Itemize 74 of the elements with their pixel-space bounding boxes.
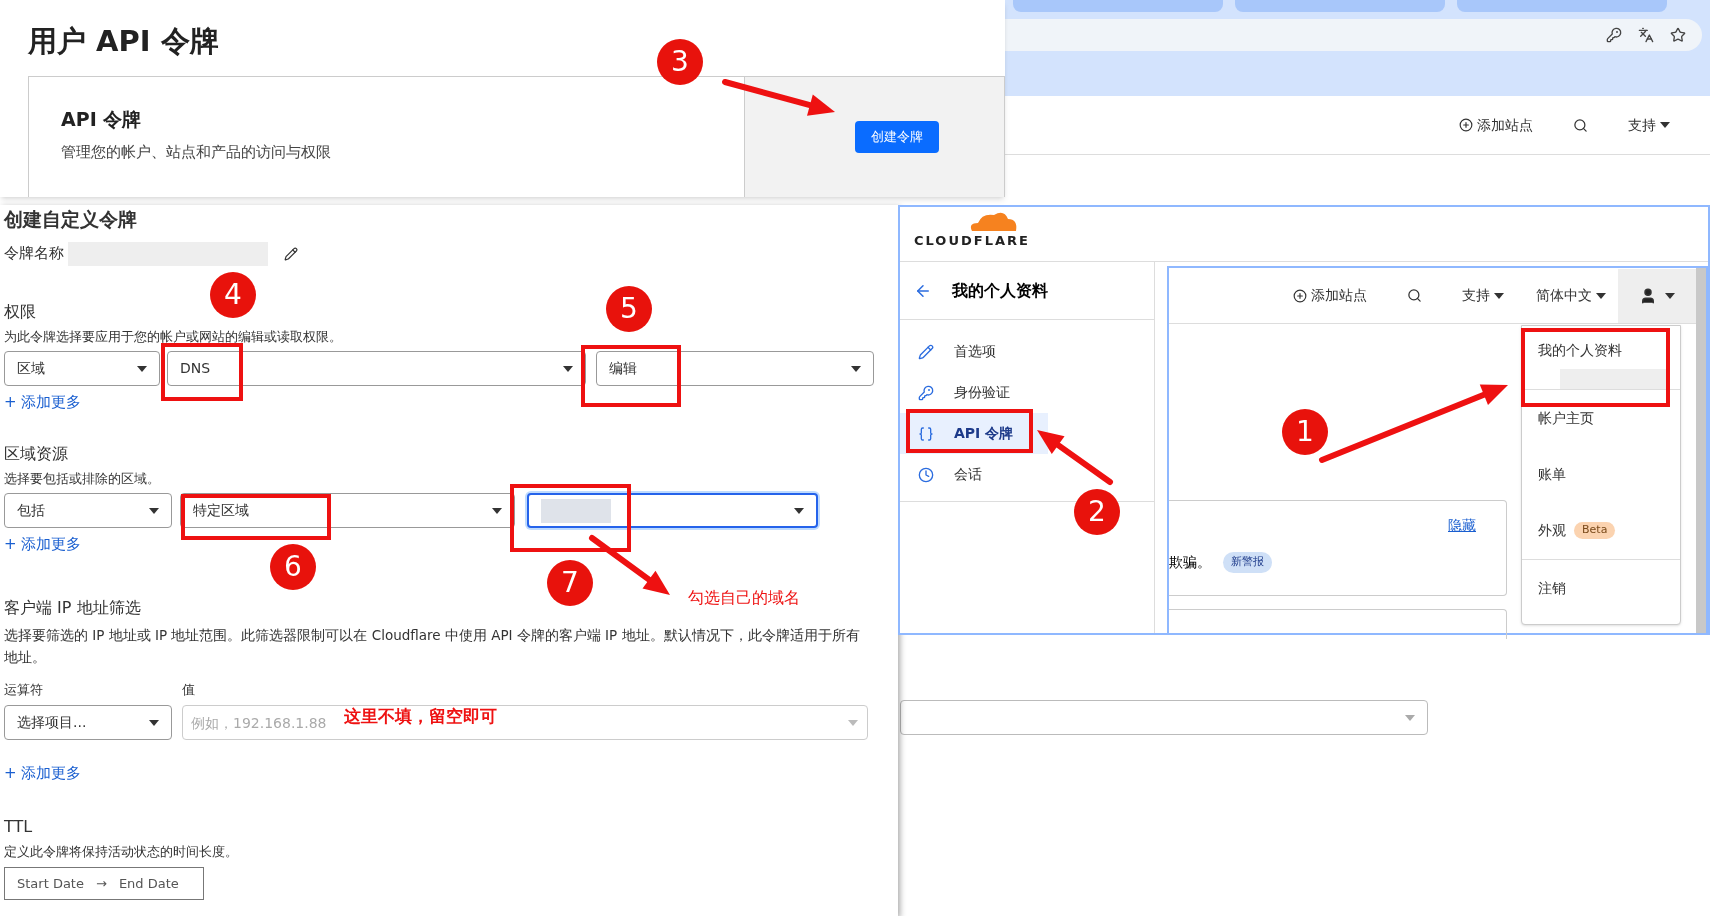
dropdown[interactable]: DNS	[167, 351, 586, 386]
hide-link[interactable]: 隐藏	[1448, 515, 1476, 536]
key-icon	[918, 384, 934, 401]
dropdown[interactable]: 特定区域	[180, 493, 515, 528]
menu-item[interactable]: 帐户主页	[1538, 407, 1594, 429]
dropdown[interactable]: 编辑	[596, 351, 874, 386]
plus-circle-icon[interactable]	[1459, 118, 1473, 132]
edit-icon[interactable]	[284, 246, 298, 261]
bookmark-star-icon[interactable]	[1670, 27, 1686, 43]
dropdown[interactable]: 选择项目...	[4, 705, 172, 740]
braces-icon	[918, 425, 934, 442]
translate-icon[interactable]	[1638, 27, 1654, 43]
section-description: 为此令牌选择要应用于您的帐户或网站的编辑或读取权限。	[4, 327, 343, 346]
annotation-note: 勾选自己的域名	[688, 587, 800, 609]
caret-icon	[1660, 122, 1670, 128]
annotation-note: 这里不填，留空即可	[344, 705, 497, 728]
caret-icon	[1596, 292, 1606, 299]
search-icon[interactable]	[1407, 288, 1422, 303]
nav-link[interactable]: 添加站点	[1477, 114, 1533, 136]
create-token-button[interactable]: 创建令牌	[855, 120, 939, 153]
date-range-field[interactable]: Start Date → End Date	[4, 867, 204, 900]
section-title: 区域资源	[4, 442, 68, 465]
caret-icon	[1494, 292, 1504, 299]
section-title: 权限	[4, 300, 36, 323]
scrollbar[interactable]	[1696, 268, 1706, 633]
section-title: TTL	[4, 815, 33, 838]
caret-icon	[563, 365, 573, 372]
caret-icon	[149, 507, 159, 514]
caret-icon	[794, 507, 804, 514]
caret-icon	[137, 365, 147, 372]
sidebar-item[interactable]: 会话	[900, 454, 1048, 495]
user-icon	[1639, 286, 1657, 305]
menu-item[interactable]: 我的个人资料	[1538, 340, 1622, 361]
nav-link[interactable]: 支持	[1628, 114, 1670, 136]
logo-wordmark: CLOUDFLARE	[914, 232, 1031, 250]
caret-icon	[1405, 714, 1415, 721]
page-title: 用户 API 令牌	[28, 23, 219, 60]
nav-link[interactable]: 添加站点	[1311, 285, 1367, 306]
menu-item[interactable]: 注销	[1538, 577, 1566, 599]
form-title: 创建自定义令牌	[4, 207, 138, 232]
caret-icon	[492, 507, 502, 514]
card-title: API 令牌	[61, 106, 143, 132]
caret-icon	[848, 720, 858, 726]
section-description: 选择要包括或排除的区域。	[4, 469, 161, 488]
new-alert-badge: 新警报	[1223, 552, 1272, 573]
dropdown[interactable]	[527, 493, 818, 528]
menu-item[interactable]: 账单	[1538, 463, 1566, 485]
field-label: 值	[182, 680, 195, 699]
nav-link[interactable]: 简体中文	[1536, 285, 1606, 306]
plus-circle-icon[interactable]	[1293, 288, 1307, 303]
section-title: 客户端 IP 地址筛选	[4, 596, 141, 619]
section-description: 定义此令牌将保持活动状态的时间长度。	[4, 842, 239, 861]
redacted-value	[541, 498, 611, 523]
beta-badge: Beta	[1574, 522, 1616, 539]
field-label: 运算符	[4, 680, 44, 699]
dropdown[interactable]: 包括	[4, 493, 172, 528]
menu-item[interactable]: 外观	[1538, 520, 1566, 541]
sidebar-item[interactable]: 身份验证	[900, 372, 1048, 413]
caret-icon	[851, 365, 861, 372]
dropdown[interactable]: 区域	[4, 351, 160, 386]
pencil-icon	[918, 343, 934, 360]
field-label: 令牌名称	[4, 243, 64, 265]
sidebar-item[interactable]: 首选项	[900, 331, 1048, 372]
search-icon[interactable]	[1573, 117, 1588, 133]
alert-text: 欺骗。	[1169, 553, 1211, 572]
caret-icon	[1665, 292, 1675, 299]
nav-link[interactable]: 支持	[1462, 285, 1504, 306]
key-icon[interactable]	[1606, 27, 1622, 43]
user-menu-button[interactable]	[1618, 268, 1696, 323]
card-description: 管理您的帐户、站点和产品的访问与权限	[61, 142, 332, 163]
page-heading: 我的个人资料	[952, 279, 1048, 302]
caret-icon	[149, 719, 159, 726]
clock-icon	[918, 466, 934, 483]
section-description: 选择要筛选的 IP 地址或 IP 地址范围。此筛选器限制可以在 Cloudflare 中使用 API 令牌的客户端 IP 地址。默认情况下，此令牌适用于所有地址。	[4, 625, 861, 667]
